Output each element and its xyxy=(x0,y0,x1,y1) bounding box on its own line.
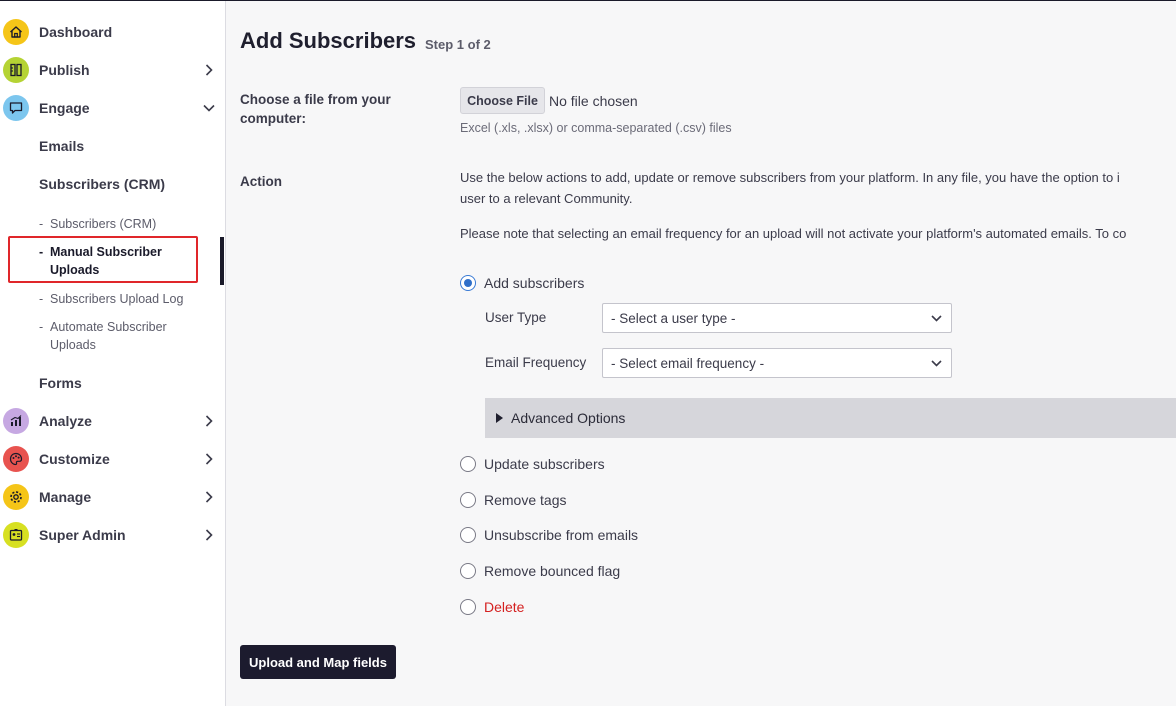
sidebar-item-super-admin[interactable]: Super Admin xyxy=(0,516,226,554)
sidebar-subsub-upload-log[interactable]: - Subscribers Upload Log xyxy=(39,290,183,308)
user-type-select[interactable]: - Select a user type - xyxy=(602,303,952,333)
palette-icon xyxy=(3,446,29,472)
sidebar-item-label: Super Admin xyxy=(39,527,126,543)
sidebar-item-label: Analyze xyxy=(39,413,92,429)
radio-button[interactable] xyxy=(460,456,476,472)
file-field-label: Choose a file from your computer: xyxy=(240,92,391,126)
step-indicator: Step 1 of 2 xyxy=(425,37,491,52)
pencil-ruler-icon xyxy=(3,57,29,83)
choose-file-button[interactable]: Choose File xyxy=(460,87,545,114)
upload-and-map-button[interactable]: Upload and Map fields xyxy=(240,645,396,679)
sidebar-subitem-subscribers[interactable]: Subscribers (CRM) xyxy=(39,176,165,192)
sidebar-item-label: Publish xyxy=(39,62,90,78)
sidebar-item-manage[interactable]: Manage xyxy=(0,478,226,516)
chevron-right-icon xyxy=(202,490,216,504)
chevron-right-icon xyxy=(202,63,216,77)
chevron-right-icon xyxy=(202,414,216,428)
sidebar-subsub-manual-uploads[interactable]: - Manual Subscriber Uploads xyxy=(39,243,162,279)
email-frequency-select[interactable]: - Select email frequency - xyxy=(602,348,952,378)
radio-button[interactable] xyxy=(460,563,476,579)
chat-icon xyxy=(3,95,29,121)
sidebar-item-dashboard[interactable]: Dashboard xyxy=(0,13,226,51)
sidebar-item-engage[interactable]: Engage xyxy=(0,89,226,127)
user-type-label: User Type xyxy=(485,310,547,325)
chart-icon xyxy=(3,408,29,434)
radio-button[interactable] xyxy=(460,599,476,615)
chevron-down-icon xyxy=(202,101,216,115)
active-indicator xyxy=(220,237,224,285)
action-description: Use the below actions to add, update or … xyxy=(460,170,1120,206)
triangle-right-icon xyxy=(496,413,503,423)
sidebar: Dashboard Publish Engage Emails Subscrib… xyxy=(0,1,226,706)
sidebar-item-label: Dashboard xyxy=(39,24,113,40)
sidebar-subsub-subscribers-crm[interactable]: - Subscribers (CRM) xyxy=(39,215,156,233)
sidebar-subitem-forms[interactable]: Forms xyxy=(39,375,82,391)
sidebar-item-label: Customize xyxy=(39,451,110,467)
sidebar-item-customize[interactable]: Customize xyxy=(0,440,226,478)
sidebar-item-label: Engage xyxy=(39,100,90,116)
sidebar-subitem-emails[interactable]: Emails xyxy=(39,138,84,154)
radio-remove-tags[interactable]: Remove tags xyxy=(460,492,566,508)
radio-add-subscribers[interactable]: Add subscribers xyxy=(460,275,584,291)
action-label: Action xyxy=(240,174,282,189)
radio-update-subscribers[interactable]: Update subscribers xyxy=(460,456,605,472)
sidebar-item-label: Manage xyxy=(39,489,92,505)
email-frequency-label: Email Frequency xyxy=(485,355,587,370)
chevron-right-icon xyxy=(202,528,216,542)
page-title: Add Subscribers xyxy=(240,28,417,53)
radio-button[interactable] xyxy=(460,275,476,291)
radio-remove-bounced[interactable]: Remove bounced flag xyxy=(460,563,620,579)
chevron-down-icon xyxy=(930,357,943,370)
chevron-down-icon xyxy=(930,312,943,325)
sidebar-item-publish[interactable]: Publish xyxy=(0,51,226,89)
file-status: No file chosen xyxy=(549,93,638,109)
main-content: Add Subscribers Step 1 of 2 Choose a fil… xyxy=(227,1,1176,706)
advanced-options-toggle[interactable]: Advanced Options xyxy=(485,398,1176,438)
email-frequency-note: Please note that selecting an email freq… xyxy=(460,226,1127,241)
sidebar-subsub-automate-uploads[interactable]: - Automate Subscriber Uploads xyxy=(39,318,167,354)
home-icon xyxy=(3,19,29,45)
radio-button[interactable] xyxy=(460,492,476,508)
id-badge-icon xyxy=(3,522,29,548)
sidebar-item-analyze[interactable]: Analyze xyxy=(0,402,226,440)
radio-unsubscribe[interactable]: Unsubscribe from emails xyxy=(460,527,638,543)
gear-icon xyxy=(3,484,29,510)
radio-delete[interactable]: Delete xyxy=(460,599,524,615)
chevron-right-icon xyxy=(202,452,216,466)
radio-button[interactable] xyxy=(460,527,476,543)
file-hint: Excel (.xls, .xlsx) or comma-separated (… xyxy=(460,121,732,135)
